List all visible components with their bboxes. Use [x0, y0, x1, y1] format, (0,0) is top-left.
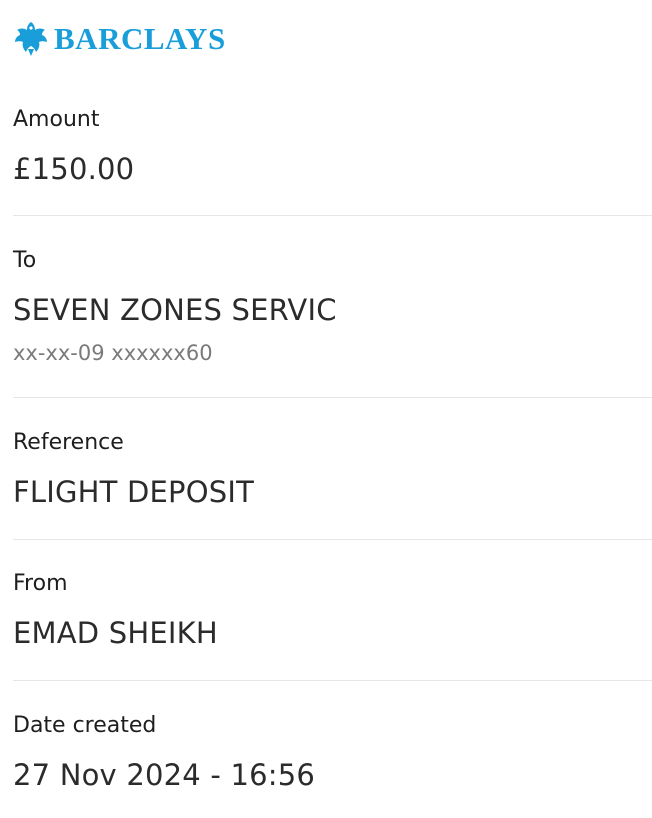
- reference-value: FLIGHT DEPOSIT: [13, 475, 255, 509]
- date-created-label: Date created: [13, 713, 157, 738]
- brand-logo-text: BARCLAYS: [54, 20, 226, 56]
- divider: [13, 215, 652, 216]
- reference-label: Reference: [13, 430, 124, 455]
- sender-section: From EMAD SHEIKH: [13, 573, 652, 648]
- reference-section: Reference FLIGHT DEPOSIT: [13, 432, 652, 507]
- divider: [13, 539, 652, 540]
- divider: [13, 680, 652, 681]
- amount-value: £150.00: [13, 152, 135, 186]
- brand-header: BARCLAYS: [14, 16, 226, 60]
- recipient-name: SEVEN ZONES SERVIC: [13, 293, 337, 327]
- recipient-account-number: xx-xx-09 xxxxxx60: [13, 341, 213, 365]
- date-section: Date created 27 Nov 2024 - 16:56: [13, 715, 652, 790]
- divider: [13, 397, 652, 398]
- from-label: From: [13, 571, 68, 596]
- amount-section: Amount £150.00: [13, 109, 652, 184]
- amount-label: Amount: [13, 107, 100, 132]
- sender-name: EMAD SHEIKH: [13, 616, 218, 650]
- date-created-value: 27 Nov 2024 - 16:56: [13, 758, 316, 792]
- to-label: To: [13, 248, 37, 273]
- recipient-section: To SEVEN ZONES SERVIC xx-xx-09 xxxxxx60: [13, 250, 652, 364]
- eagle-icon: [15, 22, 47, 56]
